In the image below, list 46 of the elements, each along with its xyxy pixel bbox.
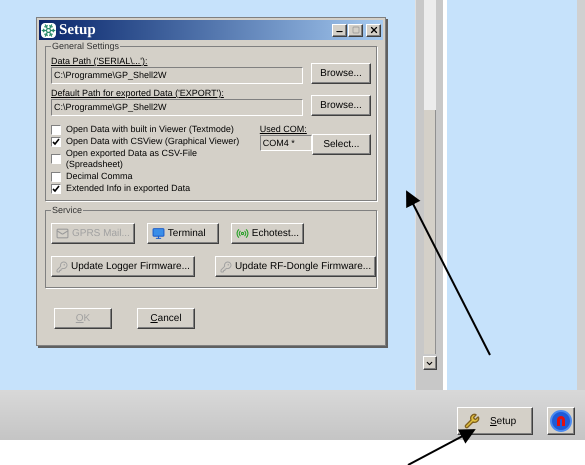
close-button[interactable]	[366, 24, 381, 36]
check-icon	[52, 138, 60, 146]
dialog-button[interactable]: Cancel	[137, 308, 195, 329]
help-button[interactable]	[547, 407, 575, 435]
key-icon	[56, 260, 68, 272]
option-label: Open Data with built in Viewer (Textmode)	[66, 124, 234, 135]
path-label: Default Path for exported Data ('EXPORT'):	[51, 88, 225, 99]
select-button[interactable]: Select...	[312, 134, 371, 155]
service-button[interactable]: Terminal	[146, 223, 219, 244]
path-label: Data Path ('SERIAL\...'):	[51, 56, 148, 67]
checkbox[interactable]	[51, 124, 61, 134]
group-title: General Settings	[51, 40, 120, 54]
path-field[interactable]: C:\Programme\GP_Shell2W	[51, 67, 303, 84]
option-label: Open Data with CSView (Graphical Viewer)	[66, 136, 240, 147]
minimize-button[interactable]	[332, 24, 347, 36]
monitor-icon	[152, 227, 165, 240]
option-label: Open exported Data as CSV-File (Spreadsheet)	[66, 148, 198, 170]
checkbox[interactable]	[51, 154, 61, 164]
close-icon	[368, 25, 378, 35]
option-label: Extended Info in exported Data	[66, 183, 190, 194]
browse-button[interactable]: Browse...	[311, 95, 371, 116]
setup-button[interactable]: Setup	[457, 407, 533, 435]
envelope-icon	[56, 227, 69, 240]
maximize-button[interactable]	[348, 24, 363, 36]
antenna-icon	[236, 227, 249, 240]
scrollbar[interactable]	[415, 0, 443, 390]
service-button[interactable]: Update RF-Dongle Firmware...	[214, 256, 376, 277]
app-icon	[41, 22, 56, 38]
checkbox[interactable]	[51, 172, 61, 182]
scroll-thumb[interactable]	[424, 110, 436, 354]
maximize-icon	[352, 26, 360, 34]
path-field[interactable]: C:\Programme\GP_Shell2W	[51, 99, 303, 116]
checkbox[interactable]	[51, 184, 61, 194]
service-button[interactable]: Echotest...	[230, 223, 304, 244]
checkbox[interactable]	[51, 136, 61, 146]
tools-icon	[464, 413, 480, 429]
window-title: Setup	[59, 22, 96, 38]
annotation-arrow	[408, 429, 476, 465]
com-field[interactable]: COM4 *	[260, 135, 312, 151]
browse-button[interactable]: Browse...	[311, 63, 371, 84]
check-icon	[52, 184, 60, 192]
key-icon	[220, 260, 232, 272]
scroll-down-button[interactable]	[422, 356, 436, 370]
service-button[interactable]: Update Logger Firmware...	[51, 256, 195, 277]
option-label: Decimal Comma	[66, 171, 133, 182]
com-label: Used COM:	[260, 124, 308, 135]
